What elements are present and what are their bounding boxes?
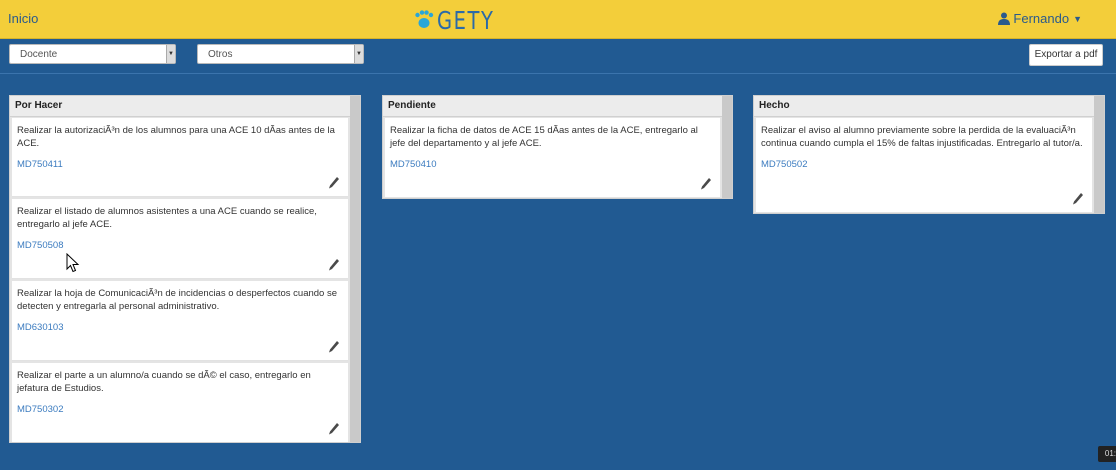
logo-text: GETY <box>437 5 495 35</box>
task-description: Realizar la hoja de ComunicaciÃ³n de inc… <box>17 288 338 312</box>
pencil-icon[interactable] <box>328 258 340 272</box>
export-pdf-button[interactable]: Exportar a pdf <box>1029 44 1103 66</box>
task-code-link[interactable]: MD630103 <box>17 322 343 333</box>
column-scrollbar[interactable] <box>1094 96 1104 213</box>
column-title: Hecho <box>754 96 1104 117</box>
task-code-link[interactable]: MD750411 <box>17 159 343 170</box>
task-card[interactable]: Realizar el listado de alumnos asistente… <box>12 199 348 279</box>
filter-bar: Docente ▼ Otros ▼ Exportar a pdf <box>0 39 1116 74</box>
pencil-icon[interactable] <box>700 177 712 191</box>
column-pendiente: Pendiente Realizar la ficha de datos de … <box>382 95 733 199</box>
task-code-link[interactable]: MD750502 <box>761 159 1087 170</box>
column-por-hacer: Por Hacer Realizar la autorizaciÃ³n de l… <box>9 95 361 443</box>
task-description: Realizar el listado de alumnos asistente… <box>17 206 317 230</box>
time-badge: 01: <box>1098 446 1116 462</box>
user-name: Fernando <box>1013 11 1070 26</box>
task-card[interactable]: Realizar la hoja de ComunicaciÃ³n de inc… <box>12 281 348 361</box>
task-description: Realizar el aviso al alumno previamente … <box>761 125 1083 149</box>
user-menu[interactable]: Fernando ▼ <box>998 11 1082 26</box>
select-arrow-icon: ▼ <box>354 45 363 63</box>
task-description: Realizar la ficha de datos de ACE 15 dÃ­… <box>390 125 698 149</box>
task-description: Realizar el parte a un alumno/a cuando s… <box>17 370 311 394</box>
chevron-down-icon: ▼ <box>1073 13 1082 24</box>
task-code-link[interactable]: MD750302 <box>17 404 343 415</box>
pencil-icon[interactable] <box>328 422 340 436</box>
pencil-icon[interactable] <box>1072 192 1084 206</box>
pencil-icon[interactable] <box>328 176 340 190</box>
role-select-value: Docente <box>20 49 58 60</box>
column-hecho: Hecho Realizar el aviso al alumno previa… <box>753 95 1105 214</box>
task-card[interactable]: Realizar el aviso al alumno previamente … <box>756 118 1092 212</box>
column-scrollbar[interactable] <box>722 96 732 198</box>
task-card[interactable]: Realizar la autorizaciÃ³n de los alumnos… <box>12 118 348 197</box>
column-title: Pendiente <box>383 96 732 117</box>
mouse-pointer-icon <box>66 253 80 273</box>
user-icon <box>998 12 1011 25</box>
task-card[interactable]: Realizar la ficha de datos de ACE 15 dÃ­… <box>385 118 720 197</box>
column-scrollbar[interactable] <box>350 96 360 442</box>
category-select-value: Otros <box>208 49 233 60</box>
top-navbar: Inicio GETY Fernando ▼ <box>0 0 1116 39</box>
paw-icon <box>415 10 434 28</box>
task-code-link[interactable]: MD750508 <box>17 240 343 251</box>
pencil-icon[interactable] <box>328 340 340 354</box>
app-logo[interactable]: GETY <box>414 5 511 35</box>
task-code-link[interactable]: MD750410 <box>390 159 715 170</box>
task-description: Realizar la autorizaciÃ³n de los alumnos… <box>17 125 335 149</box>
home-link[interactable]: Inicio <box>8 11 38 26</box>
column-title: Por Hacer <box>10 96 360 117</box>
task-card[interactable]: Realizar el parte a un alumno/a cuando s… <box>12 363 348 442</box>
role-select[interactable]: Docente ▼ <box>9 44 176 64</box>
category-select[interactable]: Otros ▼ <box>197 44 364 64</box>
select-arrow-icon: ▼ <box>166 45 175 63</box>
